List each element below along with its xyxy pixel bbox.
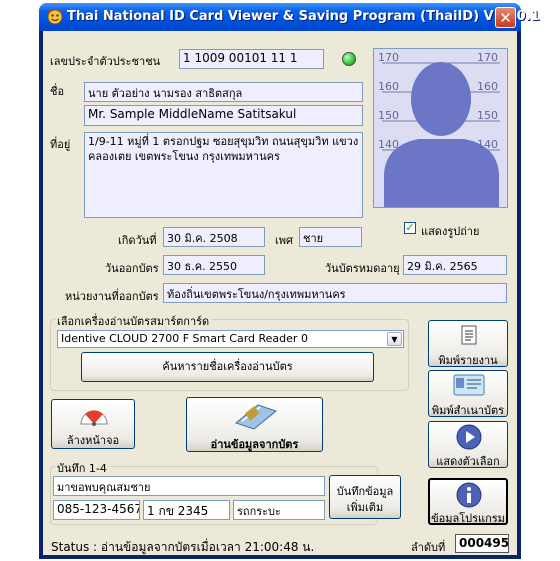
thai-name-field[interactable]: นาย ตัวอย่าง นามรอง สาธิตสกุล: [84, 82, 363, 102]
expiry-date-label: วันบัตรหมดอายุ: [325, 262, 400, 275]
photo-frame: 170 170 160 160 150 150 140 140: [373, 48, 508, 208]
print-card-copy-button[interactable]: พิมพ์สำเนาบัตร: [428, 370, 508, 417]
note1-field[interactable]: มาขอพบคุณสมชาย: [53, 476, 325, 496]
note2-field[interactable]: 085-123-4567: [53, 500, 140, 520]
birth-date-label: เกิดวันที่: [118, 234, 157, 247]
note3-field[interactable]: 1 กข 2345: [143, 500, 230, 520]
card-reader-group: เลือกเครื่องอ่านบัตรสมาร์ตการ์ด Identive…: [50, 312, 409, 391]
play-icon: [456, 424, 482, 450]
search-reader-button[interactable]: ค้นหารายชื่อเครื่องอ่านบัตร: [81, 352, 374, 382]
height-mark-left: 160: [378, 80, 399, 93]
save-note-button[interactable]: บันทึกข้อมูล เพิ่มเติม: [329, 475, 401, 519]
program-info-button[interactable]: ข้อมูลโปรแกรม: [428, 478, 508, 525]
gauge-eraser-icon: [80, 410, 108, 426]
card-reader-select[interactable]: Identive CLOUD 2700 F Smart Card Reader …: [57, 330, 404, 348]
program-info-label: ข้อมูลโปรแกรม: [431, 512, 505, 525]
print-report-button[interactable]: พิมพ์รายงาน: [428, 320, 508, 367]
height-mark-right: 150: [477, 109, 498, 122]
gender-field[interactable]: ชาย: [299, 227, 362, 247]
english-name-field[interactable]: Mr. Sample MiddleName Satitsakul: [84, 105, 363, 126]
chevron-down-icon[interactable]: ▼: [387, 332, 402, 346]
height-mark-left: 140: [378, 138, 399, 151]
person-silhouette-icon: [382, 62, 500, 207]
clear-screen-label: ล้างหน้าจอ: [66, 434, 120, 447]
name-label: ชื่อ: [50, 85, 65, 98]
height-mark-right: 170: [477, 51, 498, 64]
print-report-label: พิมพ์รายงาน: [438, 354, 498, 367]
id-number-field[interactable]: 1 1009 00101 11 1: [179, 49, 324, 69]
id-card-icon: [453, 374, 485, 396]
report-document-icon: [461, 325, 477, 345]
note4-field[interactable]: รถกระบะ: [233, 500, 325, 520]
window-title: Thai National ID Card Viewer & Saving Pr…: [67, 9, 540, 24]
show-photo-checkbox[interactable]: ✓: [404, 222, 416, 234]
clear-screen-button[interactable]: ล้างหน้าจอ: [51, 399, 135, 449]
sequence-number: 000495: [455, 534, 509, 553]
height-mark-left: 150: [378, 109, 399, 122]
id-number-label: เลขประจำตัวประชาชน: [50, 55, 161, 68]
show-options-label: แสดงตัวเลือก: [436, 455, 500, 468]
id-card-app-icon: [47, 9, 63, 25]
expiry-date-field[interactable]: 29 มิ.ค. 2565: [403, 255, 507, 275]
status-led: [342, 52, 356, 66]
height-mark-right: 160: [477, 80, 498, 93]
card-reader-group-title: เลือกเครื่องอ่านบัตรสมาร์ตการ์ด: [55, 312, 212, 330]
status-text: Status : อ่านข้อมูลจากบัตรเมื่อเวลา 21:0…: [51, 540, 315, 554]
issuing-agency-field[interactable]: ท้องถิ่นเขตพระโขนง/กรุงเทพมหานคร: [163, 283, 507, 303]
height-mark-right: 140: [477, 138, 498, 151]
card-reader-selected: Identive CLOUD 2700 F Smart Card Reader …: [61, 332, 308, 345]
read-card-button[interactable]: อ่านข้อมูลจากบัตร: [186, 397, 323, 452]
issue-date-label: วันออกบัตร: [105, 262, 159, 275]
note-group-title: บันทึก 1-4: [55, 459, 109, 477]
info-icon: [456, 482, 482, 508]
issuing-agency-label: หน่วยงานที่ออกบัตร: [65, 290, 159, 303]
sequence-label: ลำดับที่: [411, 541, 446, 554]
show-options-button[interactable]: แสดงตัวเลือก: [428, 421, 508, 468]
birth-date-field[interactable]: 30 มิ.ค. 2508: [163, 227, 265, 247]
issue-date-field[interactable]: 30 ธ.ค. 2550: [163, 255, 265, 275]
close-icon[interactable]: ✕: [495, 7, 516, 28]
card-reader-icon: [234, 404, 278, 430]
app-window: Thai National ID Card Viewer & Saving Pr…: [39, 3, 540, 559]
title-bar[interactable]: Thai National ID Card Viewer & Saving Pr…: [39, 3, 540, 31]
address-label: ที่อยู่: [50, 138, 71, 151]
gender-label: เพศ: [275, 234, 293, 247]
show-photo-label: แสดงรูปถ่าย: [421, 225, 480, 238]
address-field[interactable]: 1/9-11 หมู่ที่ 1 ตรอกปฐม ซอยสุขุมวิท ถนน…: [84, 132, 363, 218]
print-card-copy-label: พิมพ์สำเนาบัตร: [431, 404, 505, 417]
save-note-label-line2: เพิ่มเติม: [346, 501, 384, 514]
height-mark-left: 170: [378, 51, 399, 64]
read-card-label: อ่านข้อมูลจากบัตร: [210, 438, 299, 451]
main-panel: เลขประจำตัวประชาชน 1 1009 00101 11 1 ชื่…: [43, 31, 517, 555]
